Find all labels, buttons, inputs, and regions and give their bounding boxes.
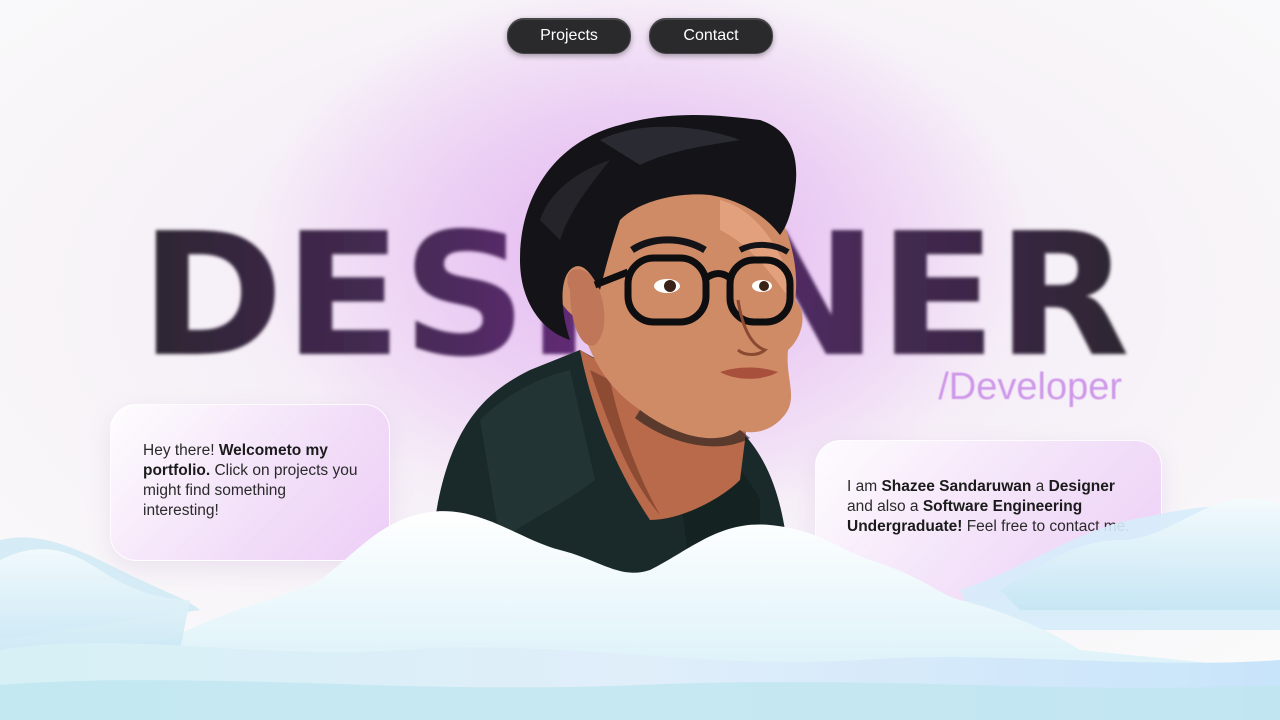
top-nav: Projects Contact [0,18,1280,54]
intro-greeting: Hey there! [143,442,219,459]
hero-subtitle: /Developer [938,366,1122,408]
projects-button[interactable]: Projects [507,18,631,54]
contact-button[interactable]: Contact [649,18,773,54]
cloud-decoration [0,480,1280,720]
